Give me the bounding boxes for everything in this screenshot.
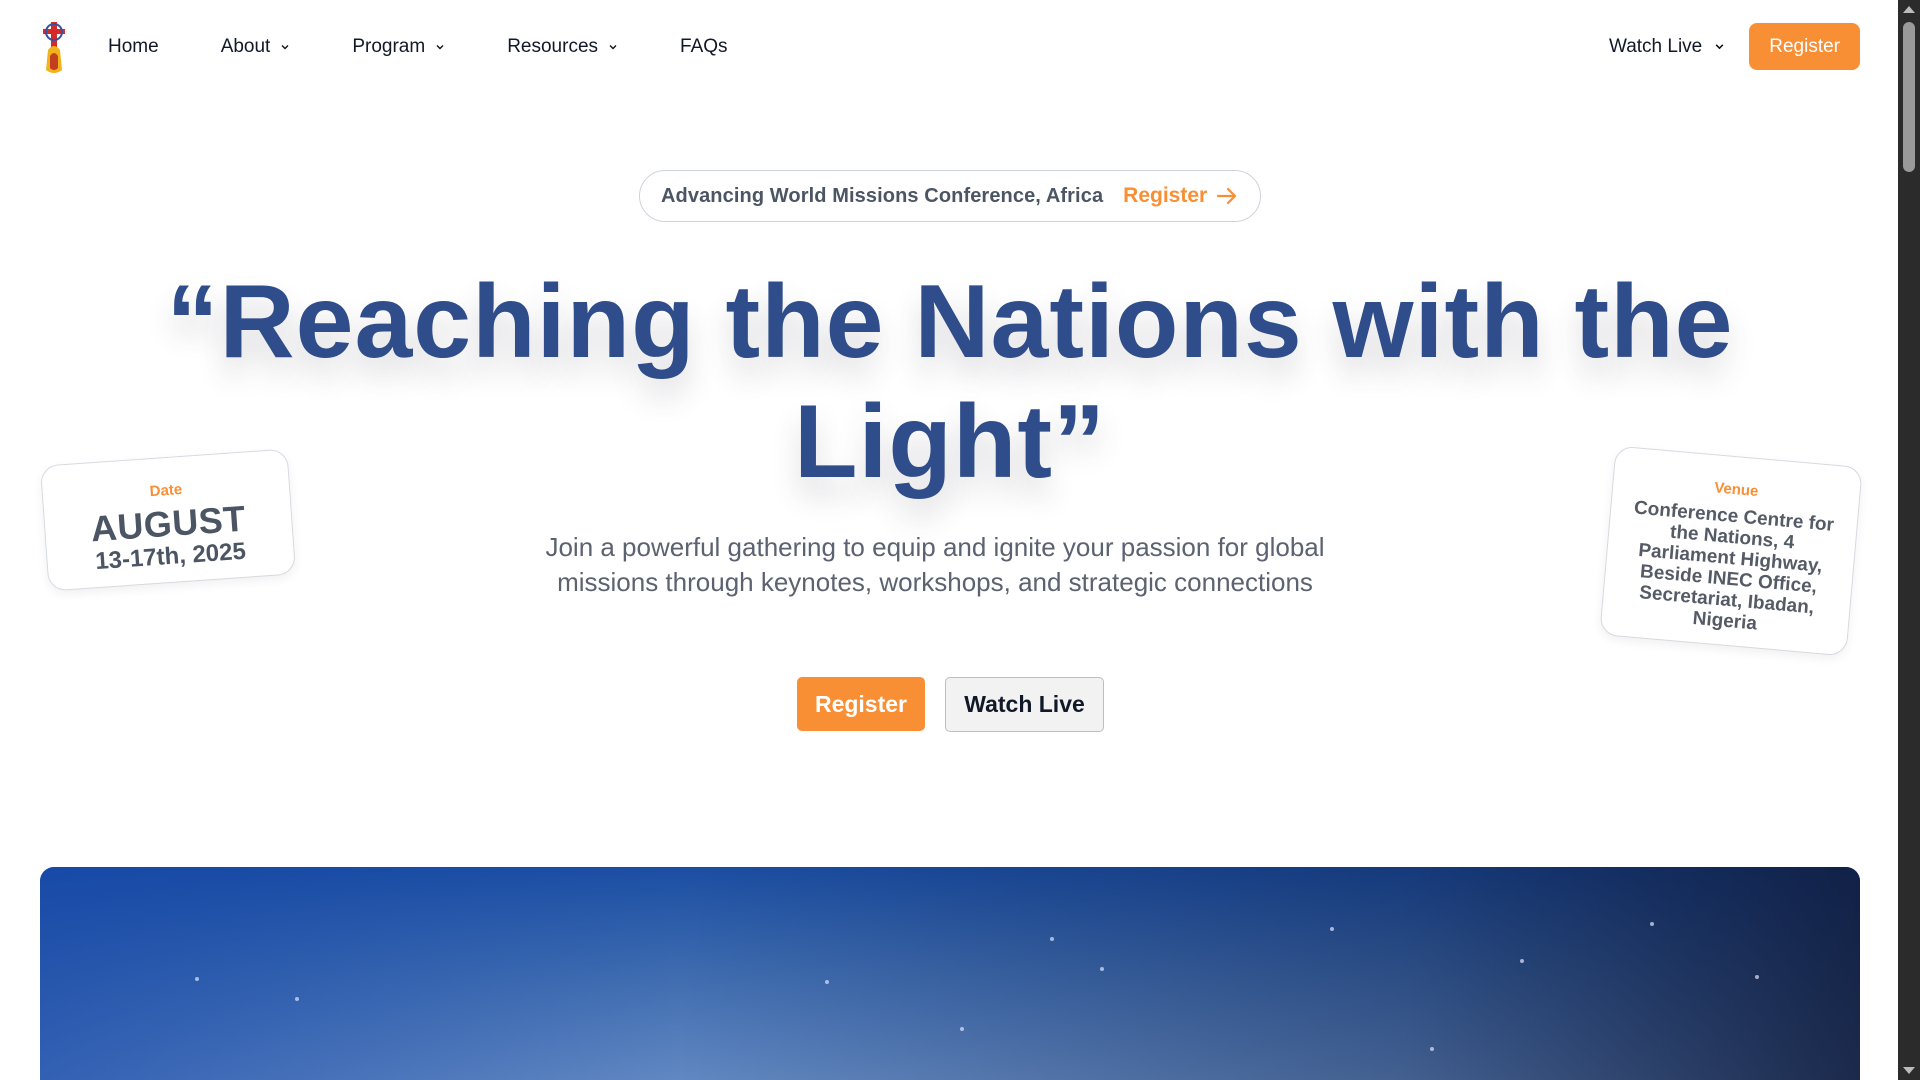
hero-register-button[interactable]: Register xyxy=(797,677,925,731)
announcement-pill: Advancing World Missions Conference, Afr… xyxy=(639,170,1261,222)
nav-item-resources[interactable]: Resources xyxy=(507,36,618,58)
star-decoration xyxy=(1050,937,1054,941)
scroll-up-arrow-icon[interactable] xyxy=(1903,6,1915,13)
hero-subtitle: Join a powerful gathering to equip and i… xyxy=(545,532,1325,597)
nav-actions: Watch Live Register xyxy=(1609,23,1860,70)
nav-register-button[interactable]: Register xyxy=(1749,23,1860,70)
nav-links: Home About Program Resources FAQs xyxy=(108,0,790,94)
star-decoration xyxy=(1520,959,1524,963)
announcement-text: Advancing World Missions Conference, Afr… xyxy=(661,184,1104,207)
chevron-down-icon xyxy=(436,45,444,50)
star-decoration xyxy=(1330,927,1334,931)
hero-cta-group: Register Watch Live xyxy=(797,677,1104,732)
hero-headline: “Reaching the Nations with the Light” xyxy=(166,264,1734,500)
star-decoration xyxy=(1755,975,1759,979)
star-decoration xyxy=(825,980,829,984)
nav-item-about[interactable]: About xyxy=(221,36,291,58)
mission-logo-icon[interactable] xyxy=(40,20,68,76)
date-card: Date AUGUST 13-17th, 2025 xyxy=(39,448,297,592)
page-scrollbar[interactable] xyxy=(1898,0,1920,1080)
announcement-register-link[interactable]: Register xyxy=(1123,184,1237,208)
star-decoration xyxy=(1650,922,1654,926)
star-decoration xyxy=(960,1027,964,1031)
chevron-down-icon xyxy=(1715,44,1724,50)
chevron-down-icon xyxy=(609,45,617,50)
star-decoration xyxy=(295,997,299,1001)
hero-watch-live-button[interactable]: Watch Live xyxy=(945,677,1104,732)
star-decoration xyxy=(195,977,199,981)
nav-item-program[interactable]: Program xyxy=(352,36,445,58)
scroll-down-arrow-icon[interactable] xyxy=(1903,1067,1915,1074)
star-decoration xyxy=(1100,967,1104,971)
nav-item-label: Program xyxy=(352,36,426,57)
watch-live-dropdown[interactable]: Watch Live xyxy=(1609,36,1725,58)
hero-banner-image xyxy=(40,867,1860,1080)
top-nav: Home About Program Resources FAQs Watch … xyxy=(0,0,1898,94)
nav-item-label: FAQs xyxy=(680,36,728,57)
watch-live-label: Watch Live xyxy=(1608,35,1703,57)
nav-item-label: Resources xyxy=(507,36,599,57)
scrollbar-thumb[interactable] xyxy=(1903,22,1915,172)
nav-item-home[interactable]: Home xyxy=(108,36,159,58)
venue-card: Venue Conference Centre for the Nations,… xyxy=(1599,445,1863,657)
nav-item-label: Home xyxy=(108,36,159,57)
announcement-link-label: Register xyxy=(1123,184,1208,207)
star-decoration xyxy=(1430,1047,1434,1051)
nav-item-faqs[interactable]: FAQs xyxy=(680,36,728,58)
venue-address: Conference Centre for the Nations, 4 Par… xyxy=(1633,497,1835,635)
nav-item-label: About xyxy=(220,36,271,57)
arrow-right-icon xyxy=(1217,187,1237,205)
chevron-down-icon xyxy=(281,45,289,50)
